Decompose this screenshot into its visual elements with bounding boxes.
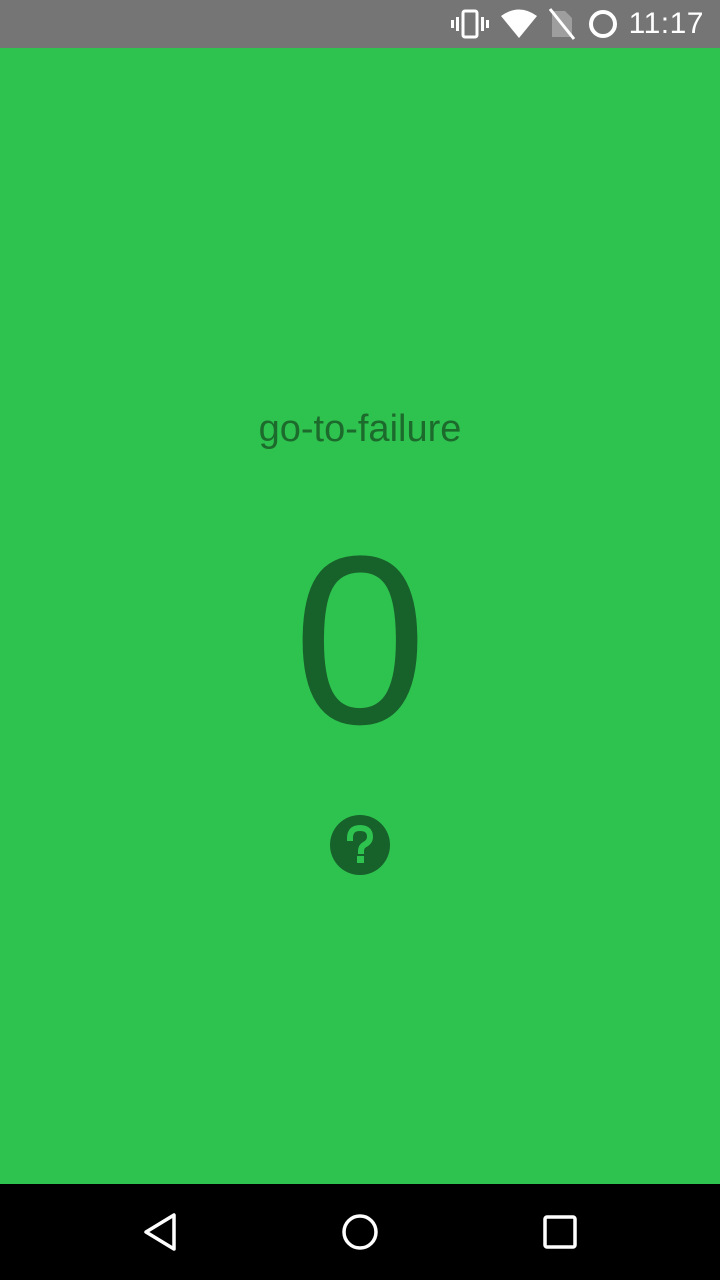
status-bar: 11:17: [0, 0, 720, 48]
help-button[interactable]: [330, 815, 390, 875]
vibrate-icon: [450, 8, 489, 40]
wifi-icon: [500, 8, 537, 40]
back-icon: [144, 1213, 176, 1251]
home-icon: [342, 1214, 378, 1250]
recents-button[interactable]: [536, 1208, 584, 1256]
back-button[interactable]: [136, 1208, 184, 1256]
counter-value: 0: [293, 506, 427, 774]
sync-icon: [587, 8, 619, 40]
status-time: 11:17: [628, 7, 704, 40]
home-button[interactable]: [336, 1208, 384, 1256]
recents-icon: [543, 1215, 577, 1249]
no-sim-icon: [548, 8, 575, 40]
question-icon: [346, 825, 374, 863]
navigation-bar: [0, 1184, 720, 1280]
counter-area[interactable]: go-to-failure 0: [0, 48, 720, 1184]
app-screen: 11:17 go-to-failure 0: [0, 0, 720, 1280]
exercise-name: go-to-failure: [258, 408, 462, 450]
